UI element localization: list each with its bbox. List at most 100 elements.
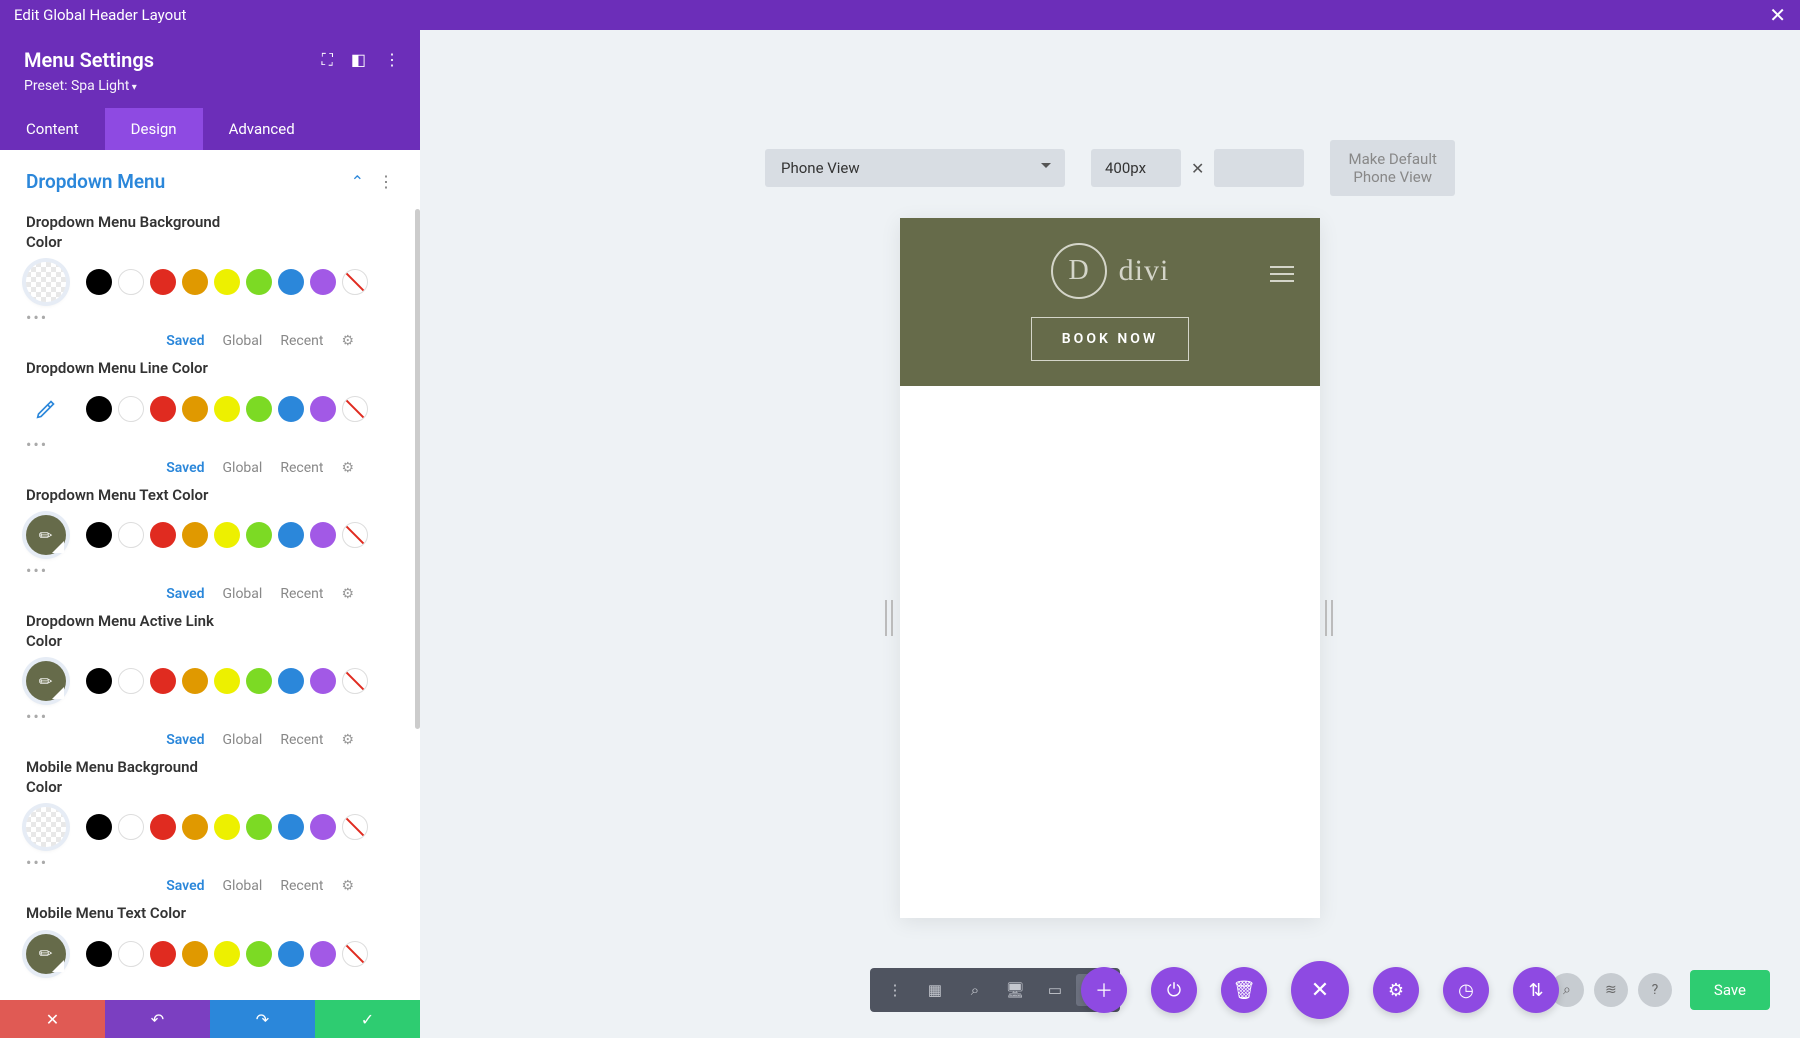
more-dots-icon[interactable]: ••• <box>26 707 394 726</box>
swatch-blue[interactable] <box>278 814 304 840</box>
gear-icon[interactable]: ⚙ <box>341 732 354 748</box>
swatch-blue[interactable] <box>278 668 304 694</box>
selected-swatch[interactable] <box>26 262 66 302</box>
swatch-black[interactable] <box>86 668 112 694</box>
swatch-white[interactable] <box>118 522 144 548</box>
height-input[interactable] <box>1214 149 1304 187</box>
columns-icon[interactable]: ◧ <box>351 50 366 70</box>
make-default-button[interactable]: Make Default Phone View <box>1330 140 1455 196</box>
swatch-white[interactable] <box>118 941 144 967</box>
undo-button[interactable]: ↶ <box>105 1000 210 1038</box>
swatch-orange[interactable] <box>182 396 208 422</box>
color-tab-saved[interactable]: Saved <box>166 732 204 748</box>
view-select[interactable]: Phone View <box>765 149 1065 187</box>
close-button[interactable]: ✕ <box>1291 961 1349 1019</box>
swatch-green[interactable] <box>246 941 272 967</box>
resize-handle-right[interactable] <box>1325 600 1333 636</box>
selected-swatch[interactable]: ✎ <box>26 661 66 701</box>
color-tab-saved[interactable]: Saved <box>166 878 204 894</box>
gear-icon[interactable]: ⚙ <box>341 333 354 349</box>
swatch-clear[interactable] <box>342 396 368 422</box>
color-tab-saved[interactable]: Saved <box>166 586 204 602</box>
swatch-black[interactable] <box>86 814 112 840</box>
settings-scroll[interactable]: Dropdown Menu Background Color ••• Saved… <box>0 203 420 1000</box>
trash-icon[interactable]: 🗑 <box>1221 967 1267 1013</box>
swatch-red[interactable] <box>150 668 176 694</box>
swatch-red[interactable] <box>150 269 176 295</box>
color-tab-global[interactable]: Global <box>223 732 263 748</box>
wireframe-icon[interactable]: ▦ <box>916 974 954 1006</box>
swatch-orange[interactable] <box>182 941 208 967</box>
swatch-blue[interactable] <box>278 396 304 422</box>
swatch-white[interactable] <box>118 269 144 295</box>
settings-icon[interactable]: ⚙ <box>1373 967 1419 1013</box>
collapse-icon[interactable]: ⌃ <box>351 172 364 191</box>
sort-icon[interactable]: ⇅ <box>1513 967 1559 1013</box>
expand-icon[interactable]: ⛶ <box>322 50 333 70</box>
help-icon[interactable]: ? <box>1638 973 1672 1007</box>
swatch-blue[interactable] <box>278 522 304 548</box>
hamburger-icon[interactable] <box>1270 266 1294 282</box>
width-input[interactable] <box>1091 149 1181 187</box>
swatch-yellow[interactable] <box>214 269 240 295</box>
swatch-green[interactable] <box>246 396 272 422</box>
more-dots-icon[interactable]: ••• <box>26 561 394 580</box>
swatch-orange[interactable] <box>182 269 208 295</box>
swatch-purple[interactable] <box>310 522 336 548</box>
color-tab-global[interactable]: Global <box>223 333 263 349</box>
tablet-icon[interactable]: ▭ <box>1036 974 1074 1006</box>
swatch-yellow[interactable] <box>214 814 240 840</box>
color-tab-recent[interactable]: Recent <box>280 732 323 748</box>
swatch-green[interactable] <box>246 522 272 548</box>
swatch-white[interactable] <box>118 668 144 694</box>
swatch-clear[interactable] <box>342 269 368 295</box>
swatch-green[interactable] <box>246 814 272 840</box>
confirm-button[interactable]: ✓ <box>315 1000 420 1038</box>
add-button[interactable]: ＋ <box>1081 967 1127 1013</box>
swatch-black[interactable] <box>86 522 112 548</box>
color-tab-recent[interactable]: Recent <box>280 333 323 349</box>
swatch-yellow[interactable] <box>214 941 240 967</box>
swatch-white[interactable] <box>118 814 144 840</box>
zoom-icon[interactable]: ⌕ <box>956 974 994 1006</box>
swatch-red[interactable] <box>150 941 176 967</box>
history-icon[interactable]: ◷ <box>1443 967 1489 1013</box>
swatch-orange[interactable] <box>182 522 208 548</box>
color-tab-global[interactable]: Global <box>223 878 263 894</box>
swatch-clear[interactable] <box>342 814 368 840</box>
swatch-yellow[interactable] <box>214 668 240 694</box>
swatch-black[interactable] <box>86 269 112 295</box>
selected-swatch[interactable]: ✎ <box>26 934 66 974</box>
close-icon[interactable]: ✕ <box>1769 3 1786 27</box>
swatch-purple[interactable] <box>310 396 336 422</box>
color-tab-saved[interactable]: Saved <box>166 460 204 476</box>
swatch-red[interactable] <box>150 522 176 548</box>
swatch-blue[interactable] <box>278 269 304 295</box>
more-icon[interactable]: ⋮ <box>384 50 400 70</box>
swatch-yellow[interactable] <box>214 396 240 422</box>
swatch-yellow[interactable] <box>214 522 240 548</box>
swatch-blue[interactable] <box>278 941 304 967</box>
more-dots-icon[interactable]: ••• <box>26 308 394 327</box>
color-tab-recent[interactable]: Recent <box>280 586 323 602</box>
swatch-clear[interactable] <box>342 522 368 548</box>
color-tab-global[interactable]: Global <box>223 586 263 602</box>
color-tab-recent[interactable]: Recent <box>280 460 323 476</box>
section-more-icon[interactable]: ⋮ <box>378 172 394 191</box>
swatch-green[interactable] <box>246 269 272 295</box>
gear-icon[interactable]: ⚙ <box>341 878 354 894</box>
layers-icon[interactable]: ≋ <box>1594 973 1628 1007</box>
swatch-white[interactable] <box>118 396 144 422</box>
gear-icon[interactable]: ⚙ <box>341 586 354 602</box>
swatch-red[interactable] <box>150 396 176 422</box>
swatch-black[interactable] <box>86 941 112 967</box>
swatch-orange[interactable] <box>182 814 208 840</box>
tab-design[interactable]: Design <box>105 108 203 150</box>
more-dots-icon[interactable]: ••• <box>26 853 394 872</box>
cancel-button[interactable]: ✕ <box>0 1000 105 1038</box>
more-icon[interactable]: ⋮ <box>876 974 914 1006</box>
tab-advanced[interactable]: Advanced <box>203 108 321 150</box>
swatch-black[interactable] <box>86 396 112 422</box>
eyedropper-icon[interactable] <box>26 389 66 429</box>
gear-icon[interactable]: ⚙ <box>341 460 354 476</box>
